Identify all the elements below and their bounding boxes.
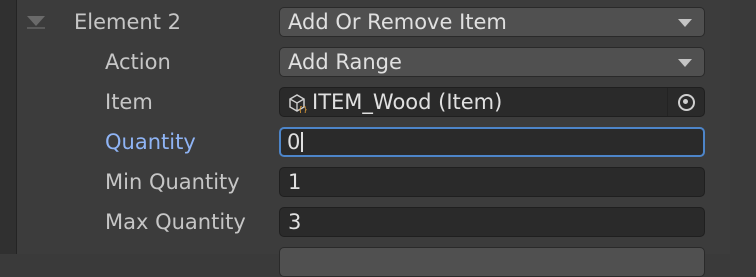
action-dropdown[interactable]: Add Range	[279, 47, 705, 77]
scriptable-object-icon: {}	[289, 94, 308, 113]
action-label: Action	[105, 50, 171, 74]
object-picker-dot	[683, 99, 688, 104]
right-rail	[732, 0, 756, 254]
min-quantity-input[interactable]: 1	[279, 167, 705, 197]
quantity-value: 0	[287, 128, 304, 158]
text-caret	[301, 131, 304, 152]
dropdown-arrow-icon	[678, 19, 692, 27]
item-value: ITEM_Wood (Item)	[312, 90, 503, 114]
dropdown-arrow-icon	[678, 59, 692, 67]
min-quantity-label[interactable]: Min Quantity	[105, 162, 240, 202]
max-quantity-value: 3	[288, 210, 302, 234]
next-element-dropdown[interactable]	[279, 247, 705, 277]
inspector-panel: Element 2 Add Or Remove Item Action Add …	[17, 0, 730, 277]
object-picker-button[interactable]	[667, 88, 704, 116]
quantity-label[interactable]: Quantity	[105, 122, 196, 162]
item-object-field[interactable]: {} ITEM_Wood (Item)	[279, 87, 705, 117]
next-element-row	[17, 244, 730, 277]
quantity-input[interactable]: 0	[279, 127, 705, 157]
quantity-text: 0	[287, 130, 301, 154]
max-quantity-row: Max Quantity 3	[17, 202, 730, 242]
quantity-row: Quantity 0	[17, 122, 730, 162]
action-value: Add Range	[288, 50, 402, 74]
max-quantity-input[interactable]: 3	[279, 207, 705, 237]
svg-text:{}: {}	[298, 105, 308, 113]
min-quantity-value: 1	[288, 170, 302, 194]
item-row: Item {} ITEM_Wood (Item)	[17, 82, 730, 122]
element-label[interactable]: Element 2	[74, 2, 181, 42]
left-rail	[0, 0, 17, 254]
element-row: Element 2 Add Or Remove Item	[17, 2, 730, 42]
max-quantity-label[interactable]: Max Quantity	[105, 202, 246, 242]
element-type-value: Add Or Remove Item	[288, 10, 507, 34]
action-row: Action Add Range	[17, 42, 730, 82]
item-label: Item	[105, 90, 153, 114]
foldout-expanded-icon[interactable]	[25, 14, 47, 30]
element-type-dropdown[interactable]: Add Or Remove Item	[279, 7, 705, 37]
min-quantity-row: Min Quantity 1	[17, 162, 730, 202]
